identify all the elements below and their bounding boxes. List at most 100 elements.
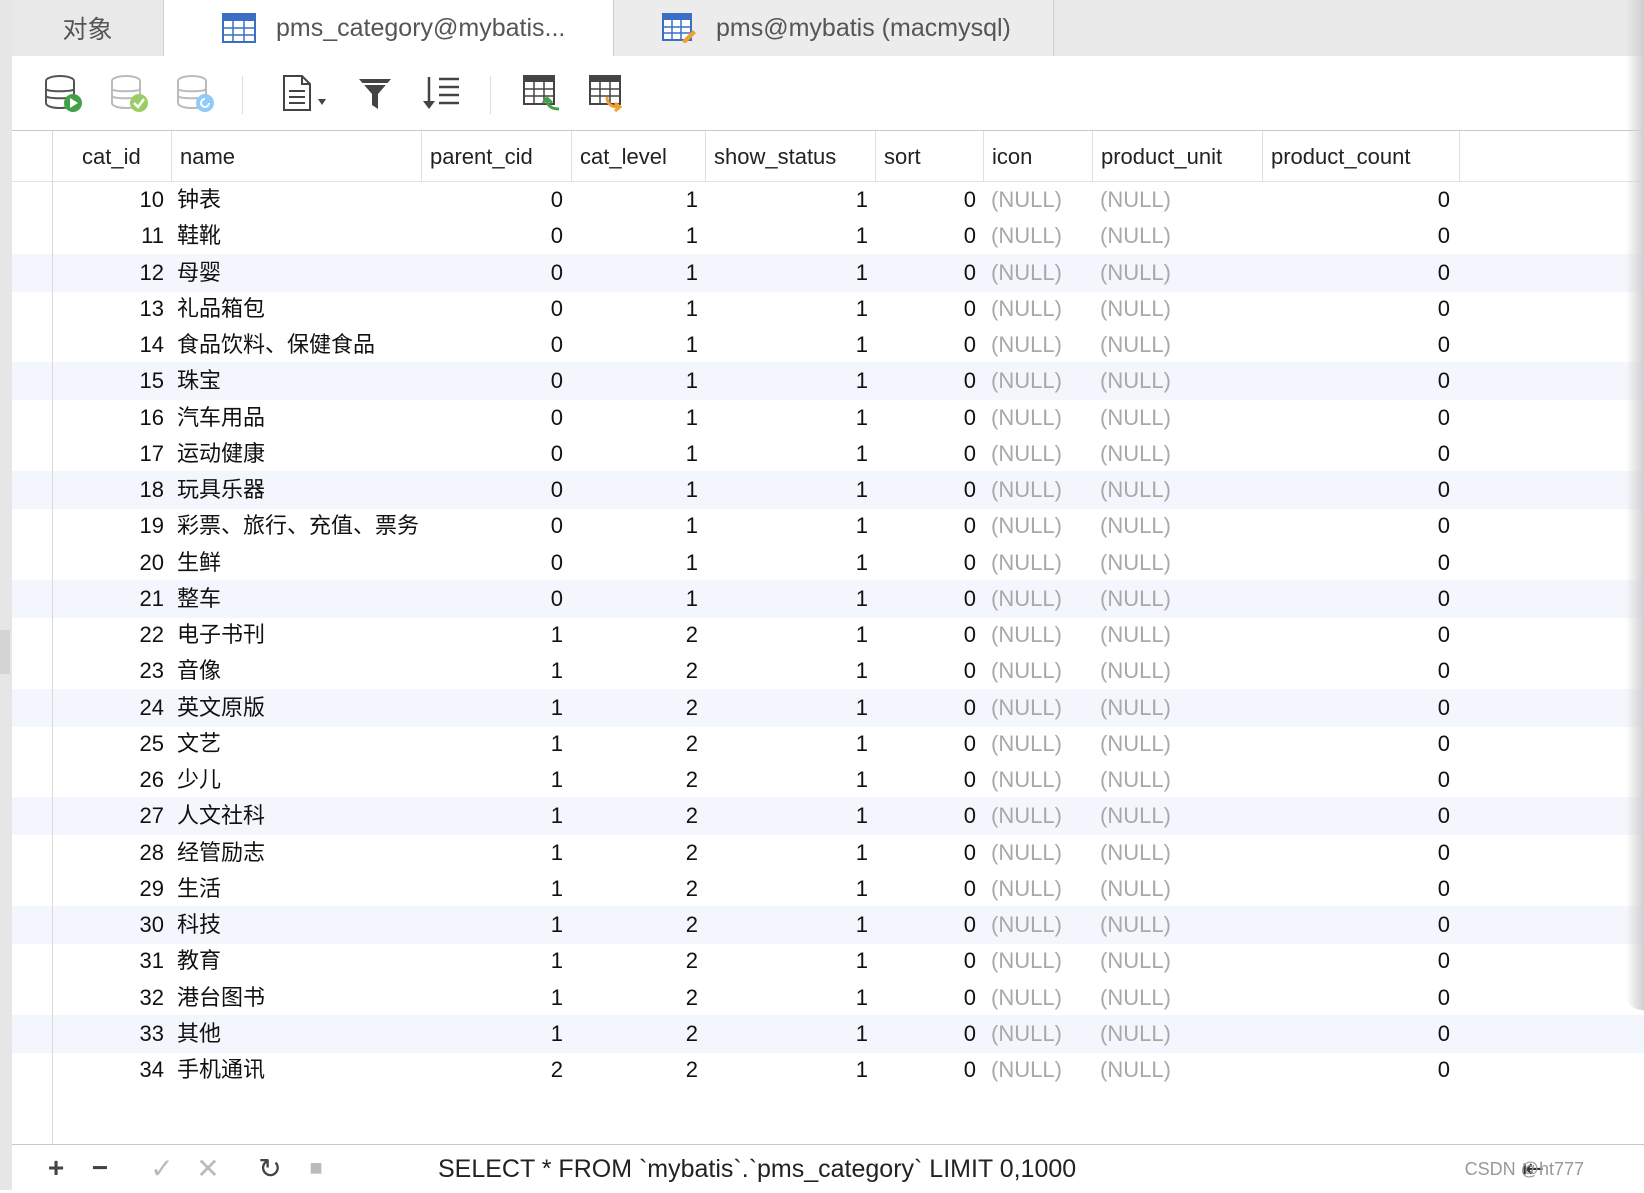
cell-product-unit[interactable]: (NULL) (1100, 399, 1260, 437)
cell-icon[interactable]: (NULL) (991, 326, 1086, 364)
cell-icon[interactable]: (NULL) (991, 725, 1086, 763)
cell-product-unit[interactable]: (NULL) (1100, 326, 1260, 364)
cell-show-status[interactable]: 1 (716, 870, 868, 908)
cell-product-count[interactable]: 0 (1270, 471, 1450, 509)
cell-cat-level[interactable]: 1 (582, 326, 698, 364)
table-row[interactable]: 26 少儿 1 2 1 0 (NULL) (NULL) 0 (12, 761, 1644, 799)
cell-cat-id[interactable]: 34 (72, 1051, 164, 1089)
column-header-cat-level[interactable]: cat_level (571, 131, 705, 181)
cell-name[interactable]: 少儿 (177, 761, 417, 799)
cell-product-count[interactable]: 0 (1270, 1015, 1450, 1053)
cell-parent-cid[interactable]: 0 (432, 326, 563, 364)
cell-icon[interactable]: (NULL) (991, 616, 1086, 654)
column-header-sort[interactable]: sort (875, 131, 983, 181)
cell-sort[interactable]: 0 (886, 471, 976, 509)
cell-cat-level[interactable]: 1 (582, 254, 698, 292)
cell-cat-id[interactable]: 30 (72, 906, 164, 944)
cell-show-status[interactable]: 1 (716, 616, 868, 654)
cell-icon[interactable]: (NULL) (991, 652, 1086, 690)
cell-parent-cid[interactable]: 1 (432, 689, 563, 727)
cell-cat-level[interactable]: 2 (582, 689, 698, 727)
cell-product-unit[interactable]: (NULL) (1100, 979, 1260, 1017)
cell-show-status[interactable]: 1 (716, 399, 868, 437)
cell-cat-level[interactable]: 2 (582, 979, 698, 1017)
cell-show-status[interactable]: 1 (716, 906, 868, 944)
cell-product-unit[interactable]: (NULL) (1100, 362, 1260, 400)
cell-icon[interactable]: (NULL) (991, 399, 1086, 437)
cell-product-count[interactable]: 0 (1270, 652, 1450, 690)
cell-show-status[interactable]: 1 (716, 689, 868, 727)
table-row[interactable]: 11 鞋靴 0 1 1 0 (NULL) (NULL) 0 (12, 217, 1644, 255)
table-row[interactable]: 21 整车 0 1 1 0 (NULL) (NULL) 0 (12, 579, 1644, 618)
cell-show-status[interactable]: 1 (716, 217, 868, 255)
cell-cat-level[interactable]: 2 (582, 725, 698, 763)
cell-name[interactable]: 手机通讯 (177, 1051, 417, 1089)
cell-show-status[interactable]: 1 (716, 507, 868, 545)
column-header-parent-cid[interactable]: parent_cid (421, 131, 571, 181)
cell-sort[interactable]: 0 (886, 580, 976, 618)
cell-show-status[interactable]: 1 (716, 725, 868, 763)
table-row[interactable]: 30 科技 1 2 1 0 (NULL) (NULL) 0 (12, 906, 1644, 944)
column-header-icon[interactable]: icon (983, 131, 1092, 181)
cell-icon[interactable]: (NULL) (991, 797, 1086, 835)
cell-parent-cid[interactable]: 1 (432, 616, 563, 654)
cell-cat-id[interactable]: 32 (72, 979, 164, 1017)
table-row[interactable]: 12 母婴 0 1 1 0 (NULL) (NULL) 0 (12, 253, 1644, 292)
tab-query-pms[interactable]: pms@mybatis (macmysql) (614, 0, 1054, 56)
cell-name[interactable]: 电子书刊 (177, 616, 417, 654)
cell-parent-cid[interactable]: 0 (432, 399, 563, 437)
cell-cat-level[interactable]: 1 (582, 362, 698, 400)
cell-cat-level[interactable]: 1 (582, 217, 698, 255)
cell-icon[interactable]: (NULL) (991, 761, 1086, 799)
cell-product-count[interactable]: 0 (1270, 834, 1450, 872)
table-row[interactable]: 25 文艺 1 2 1 0 (NULL) (NULL) 0 (12, 725, 1644, 763)
cell-cat-level[interactable]: 2 (582, 761, 698, 799)
cell-name[interactable]: 人文社科 (177, 797, 417, 835)
cell-show-status[interactable]: 1 (716, 797, 868, 835)
cell-icon[interactable]: (NULL) (991, 254, 1086, 292)
cell-sort[interactable]: 0 (886, 1051, 976, 1089)
cell-name[interactable]: 文艺 (177, 725, 417, 763)
cell-product-count[interactable]: 0 (1270, 181, 1450, 219)
cell-parent-cid[interactable]: 1 (432, 870, 563, 908)
cell-cat-level[interactable]: 2 (582, 652, 698, 690)
cell-product-count[interactable]: 0 (1270, 942, 1450, 980)
cell-cat-id[interactable]: 29 (72, 870, 164, 908)
cell-parent-cid[interactable]: 2 (432, 1051, 563, 1089)
cell-cat-id[interactable]: 25 (72, 725, 164, 763)
cell-name[interactable]: 英文原版 (177, 689, 417, 727)
cell-sort[interactable]: 0 (886, 979, 976, 1017)
tab-objects[interactable]: 对象 (12, 0, 164, 56)
cell-parent-cid[interactable]: 1 (432, 725, 563, 763)
cell-cat-id[interactable]: 19 (72, 507, 164, 545)
cell-cat-level[interactable]: 2 (582, 834, 698, 872)
cell-product-unit[interactable]: (NULL) (1100, 254, 1260, 292)
cell-product-count[interactable]: 0 (1270, 507, 1450, 545)
cell-show-status[interactable]: 1 (716, 1015, 868, 1053)
cell-cat-id[interactable]: 21 (72, 580, 164, 618)
table-row[interactable]: 28 经管励志 1 2 1 0 (NULL) (NULL) 0 (12, 834, 1644, 872)
cell-sort[interactable]: 0 (886, 652, 976, 690)
cell-sort[interactable]: 0 (886, 689, 976, 727)
cell-show-status[interactable]: 1 (716, 761, 868, 799)
cell-sort[interactable]: 0 (886, 942, 976, 980)
cell-sort[interactable]: 0 (886, 181, 976, 219)
cell-product-count[interactable]: 0 (1270, 797, 1450, 835)
cell-sort[interactable]: 0 (886, 725, 976, 763)
cell-product-unit[interactable]: (NULL) (1100, 181, 1260, 219)
cell-name[interactable]: 经管励志 (177, 834, 417, 872)
cell-product-unit[interactable]: (NULL) (1100, 1015, 1260, 1053)
column-header-product-unit[interactable]: product_unit (1092, 131, 1262, 181)
cell-product-count[interactable]: 0 (1270, 290, 1450, 328)
cell-product-unit[interactable]: (NULL) (1100, 544, 1260, 582)
table-row[interactable]: 14 食品饮料、保健食品 0 1 1 0 (NULL) (NULL) 0 (12, 326, 1644, 364)
cell-name[interactable]: 运动健康 (177, 435, 417, 473)
cell-sort[interactable]: 0 (886, 399, 976, 437)
cell-cat-level[interactable]: 2 (582, 1015, 698, 1053)
cell-cat-level[interactable]: 1 (582, 580, 698, 618)
cell-parent-cid[interactable]: 0 (432, 580, 563, 618)
cell-icon[interactable]: (NULL) (991, 979, 1086, 1017)
cell-show-status[interactable]: 1 (716, 326, 868, 364)
cell-show-status[interactable]: 1 (716, 1051, 868, 1089)
table-row[interactable]: 19 彩票、旅行、充值、票务 0 1 1 0 (NULL) (NULL) 0 (12, 507, 1644, 545)
